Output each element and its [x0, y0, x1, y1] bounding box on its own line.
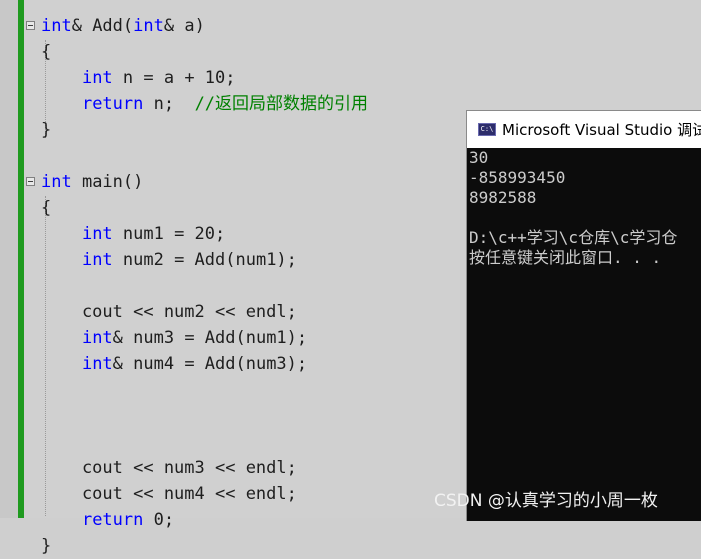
- code-text: }: [41, 120, 52, 140]
- code-text: cout << num4 << endl;: [41, 484, 297, 504]
- console-output-line: 30: [469, 148, 489, 167]
- code-keyword: int: [81, 250, 113, 270]
- code-line[interactable]: cout << num3 << endl;: [41, 455, 297, 481]
- console-output-line: 按任意键关闭此窗口. . .: [469, 248, 662, 267]
- change-tracking-bar: [18, 0, 24, 518]
- watermark: CSDN @认真学习的小周一枚: [434, 491, 658, 511]
- code-text: cout << num2 << endl;: [41, 302, 297, 322]
- console-title-bar[interactable]: C:\ Microsoft Visual Studio 调试: [467, 111, 701, 148]
- console-output-line: -858993450: [469, 168, 566, 187]
- console-app-icon: C:\: [478, 123, 496, 136]
- line-gutter: [0, 0, 18, 518]
- collapse-main-function-icon[interactable]: [26, 177, 35, 186]
- code-line[interactable]: cout << num4 << endl;: [41, 481, 297, 507]
- code-line[interactable]: int& num4 = Add(num3);: [41, 351, 307, 377]
- code-text: n;: [143, 94, 195, 114]
- code-line[interactable]: cout << num2 << endl;: [41, 299, 297, 325]
- console-output-line: 8982588: [469, 188, 537, 207]
- code-keyword: int: [133, 16, 164, 36]
- code-line[interactable]: int n = a + 10;: [41, 65, 236, 91]
- debug-console-window[interactable]: C:\ Microsoft Visual Studio 调试 30 -858993…: [466, 110, 701, 521]
- console-output: 30 -858993450 8982588 D:\c++学习\c仓库\c学习仓 按任意键…: [467, 148, 701, 521]
- code-keyword: int: [41, 16, 72, 36]
- code-line[interactable]: }: [41, 533, 51, 559]
- code-text: & a): [163, 16, 205, 36]
- code-keyword: int: [81, 224, 113, 244]
- code-line[interactable]: int num2 = Add(num1);: [41, 247, 297, 273]
- code-line[interactable]: return 0;: [41, 507, 174, 533]
- console-title: Microsoft Visual Studio 调试: [502, 121, 701, 139]
- code-keyword: int: [81, 68, 113, 88]
- code-keyword: int: [41, 172, 72, 192]
- code-text: num2 = Add(num1);: [112, 250, 297, 270]
- code-line[interactable]: int num1 = 20;: [41, 221, 225, 247]
- code-line[interactable]: int main(): [41, 169, 143, 195]
- code-text: main(): [71, 172, 144, 192]
- code-keyword: return: [81, 510, 144, 530]
- code-text: & num3 = Add(num1);: [112, 328, 308, 348]
- code-text: {: [41, 42, 52, 62]
- code-text: & Add(: [71, 16, 134, 36]
- code-comment: //返回局部数据的引用: [194, 94, 369, 114]
- collapse-add-function-icon[interactable]: [26, 21, 35, 30]
- code-line[interactable]: {: [41, 39, 51, 65]
- code-text: num1 = 20;: [112, 224, 226, 244]
- code-keyword: int: [81, 354, 113, 374]
- code-keyword: return: [81, 94, 144, 114]
- code-text: {: [41, 198, 52, 218]
- code-text: 0;: [143, 510, 175, 530]
- code-text: n = a + 10;: [112, 68, 236, 88]
- code-line[interactable]: int& num3 = Add(num1);: [41, 325, 307, 351]
- code-text: & num4 = Add(num3);: [112, 354, 308, 374]
- code-text: cout << num3 << endl;: [41, 458, 297, 478]
- code-keyword: int: [81, 328, 113, 348]
- code-line[interactable]: int& Add(int& a): [41, 13, 205, 39]
- code-line[interactable]: }: [41, 117, 51, 143]
- code-line[interactable]: return n; //返回局部数据的引用: [41, 91, 368, 117]
- code-text: }: [41, 536, 52, 556]
- code-line[interactable]: {: [41, 195, 51, 221]
- console-output-line: D:\c++学习\c仓库\c学习仓: [469, 228, 678, 247]
